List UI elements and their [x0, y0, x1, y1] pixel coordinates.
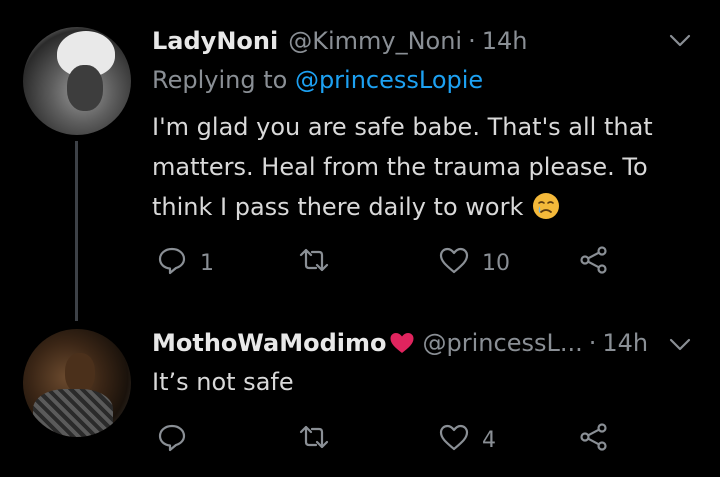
crying-face-emoji — [531, 191, 561, 221]
tweet-text: It’s not safe — [152, 362, 672, 402]
tweet-lady-noni[interactable]: LadyNoni @Kimmy_Noni · 14h Replying to @… — [0, 0, 720, 321]
avatar-face — [67, 65, 103, 111]
like-button[interactable]: 4 — [438, 420, 496, 460]
user-handle[interactable]: @Kimmy_Noni — [288, 27, 462, 55]
like-button[interactable]: 10 — [438, 243, 510, 283]
user-handle[interactable]: @princessL... — [423, 329, 583, 357]
tweet-motho-wa-modimo[interactable]: MothoWaModimo @princessL... · 14h It’s n… — [0, 312, 720, 477]
separator-dot: · — [468, 27, 476, 55]
like-count: 10 — [482, 250, 510, 276]
chevron-down-icon[interactable] — [666, 26, 694, 54]
replying-to-label: Replying to — [152, 66, 295, 94]
replying-to: Replying to @princessLopie — [152, 66, 483, 94]
tweet-text-content: I'm glad you are safe babe. That's all t… — [152, 113, 653, 221]
avatar-face — [65, 353, 95, 393]
reply-count: 1 — [200, 250, 214, 276]
separator-dot: · — [588, 329, 597, 357]
share-button[interactable] — [578, 243, 610, 283]
reply-button[interactable] — [156, 420, 200, 460]
tweet-header: MothoWaModimo @princessL... · 14h — [152, 327, 648, 359]
retweet-button[interactable] — [298, 243, 342, 283]
avatar[interactable] — [23, 27, 131, 135]
reply-icon — [156, 421, 188, 459]
timestamp[interactable]: 14h — [602, 329, 648, 357]
retweet-icon — [298, 421, 330, 459]
chevron-down-icon[interactable] — [666, 330, 694, 358]
reply-button[interactable]: 1 — [156, 243, 214, 283]
share-button[interactable] — [578, 420, 610, 460]
heart-icon — [438, 244, 470, 282]
tweet-text: I'm glad you are safe babe. That's all t… — [152, 107, 672, 227]
action-bar: 1 10 — [0, 243, 720, 283]
share-icon — [578, 421, 610, 459]
mention-link[interactable]: @princessLopie — [295, 66, 483, 94]
tweet-text-content: It’s not safe — [152, 368, 294, 396]
display-name[interactable]: MothoWaModimo — [152, 329, 387, 357]
action-bar: 4 — [0, 420, 720, 460]
red-heart-emoji — [389, 331, 415, 355]
timestamp[interactable]: 14h — [482, 27, 528, 55]
like-count: 4 — [482, 427, 496, 453]
tweet-header: LadyNoni @Kimmy_Noni · 14h — [152, 25, 527, 57]
reply-icon — [156, 244, 188, 282]
retweet-button[interactable] — [298, 420, 342, 460]
heart-icon — [438, 421, 470, 459]
display-name[interactable]: LadyNoni — [152, 27, 278, 55]
share-icon — [578, 244, 610, 282]
retweet-icon — [298, 244, 330, 282]
thread-line — [75, 141, 78, 321]
